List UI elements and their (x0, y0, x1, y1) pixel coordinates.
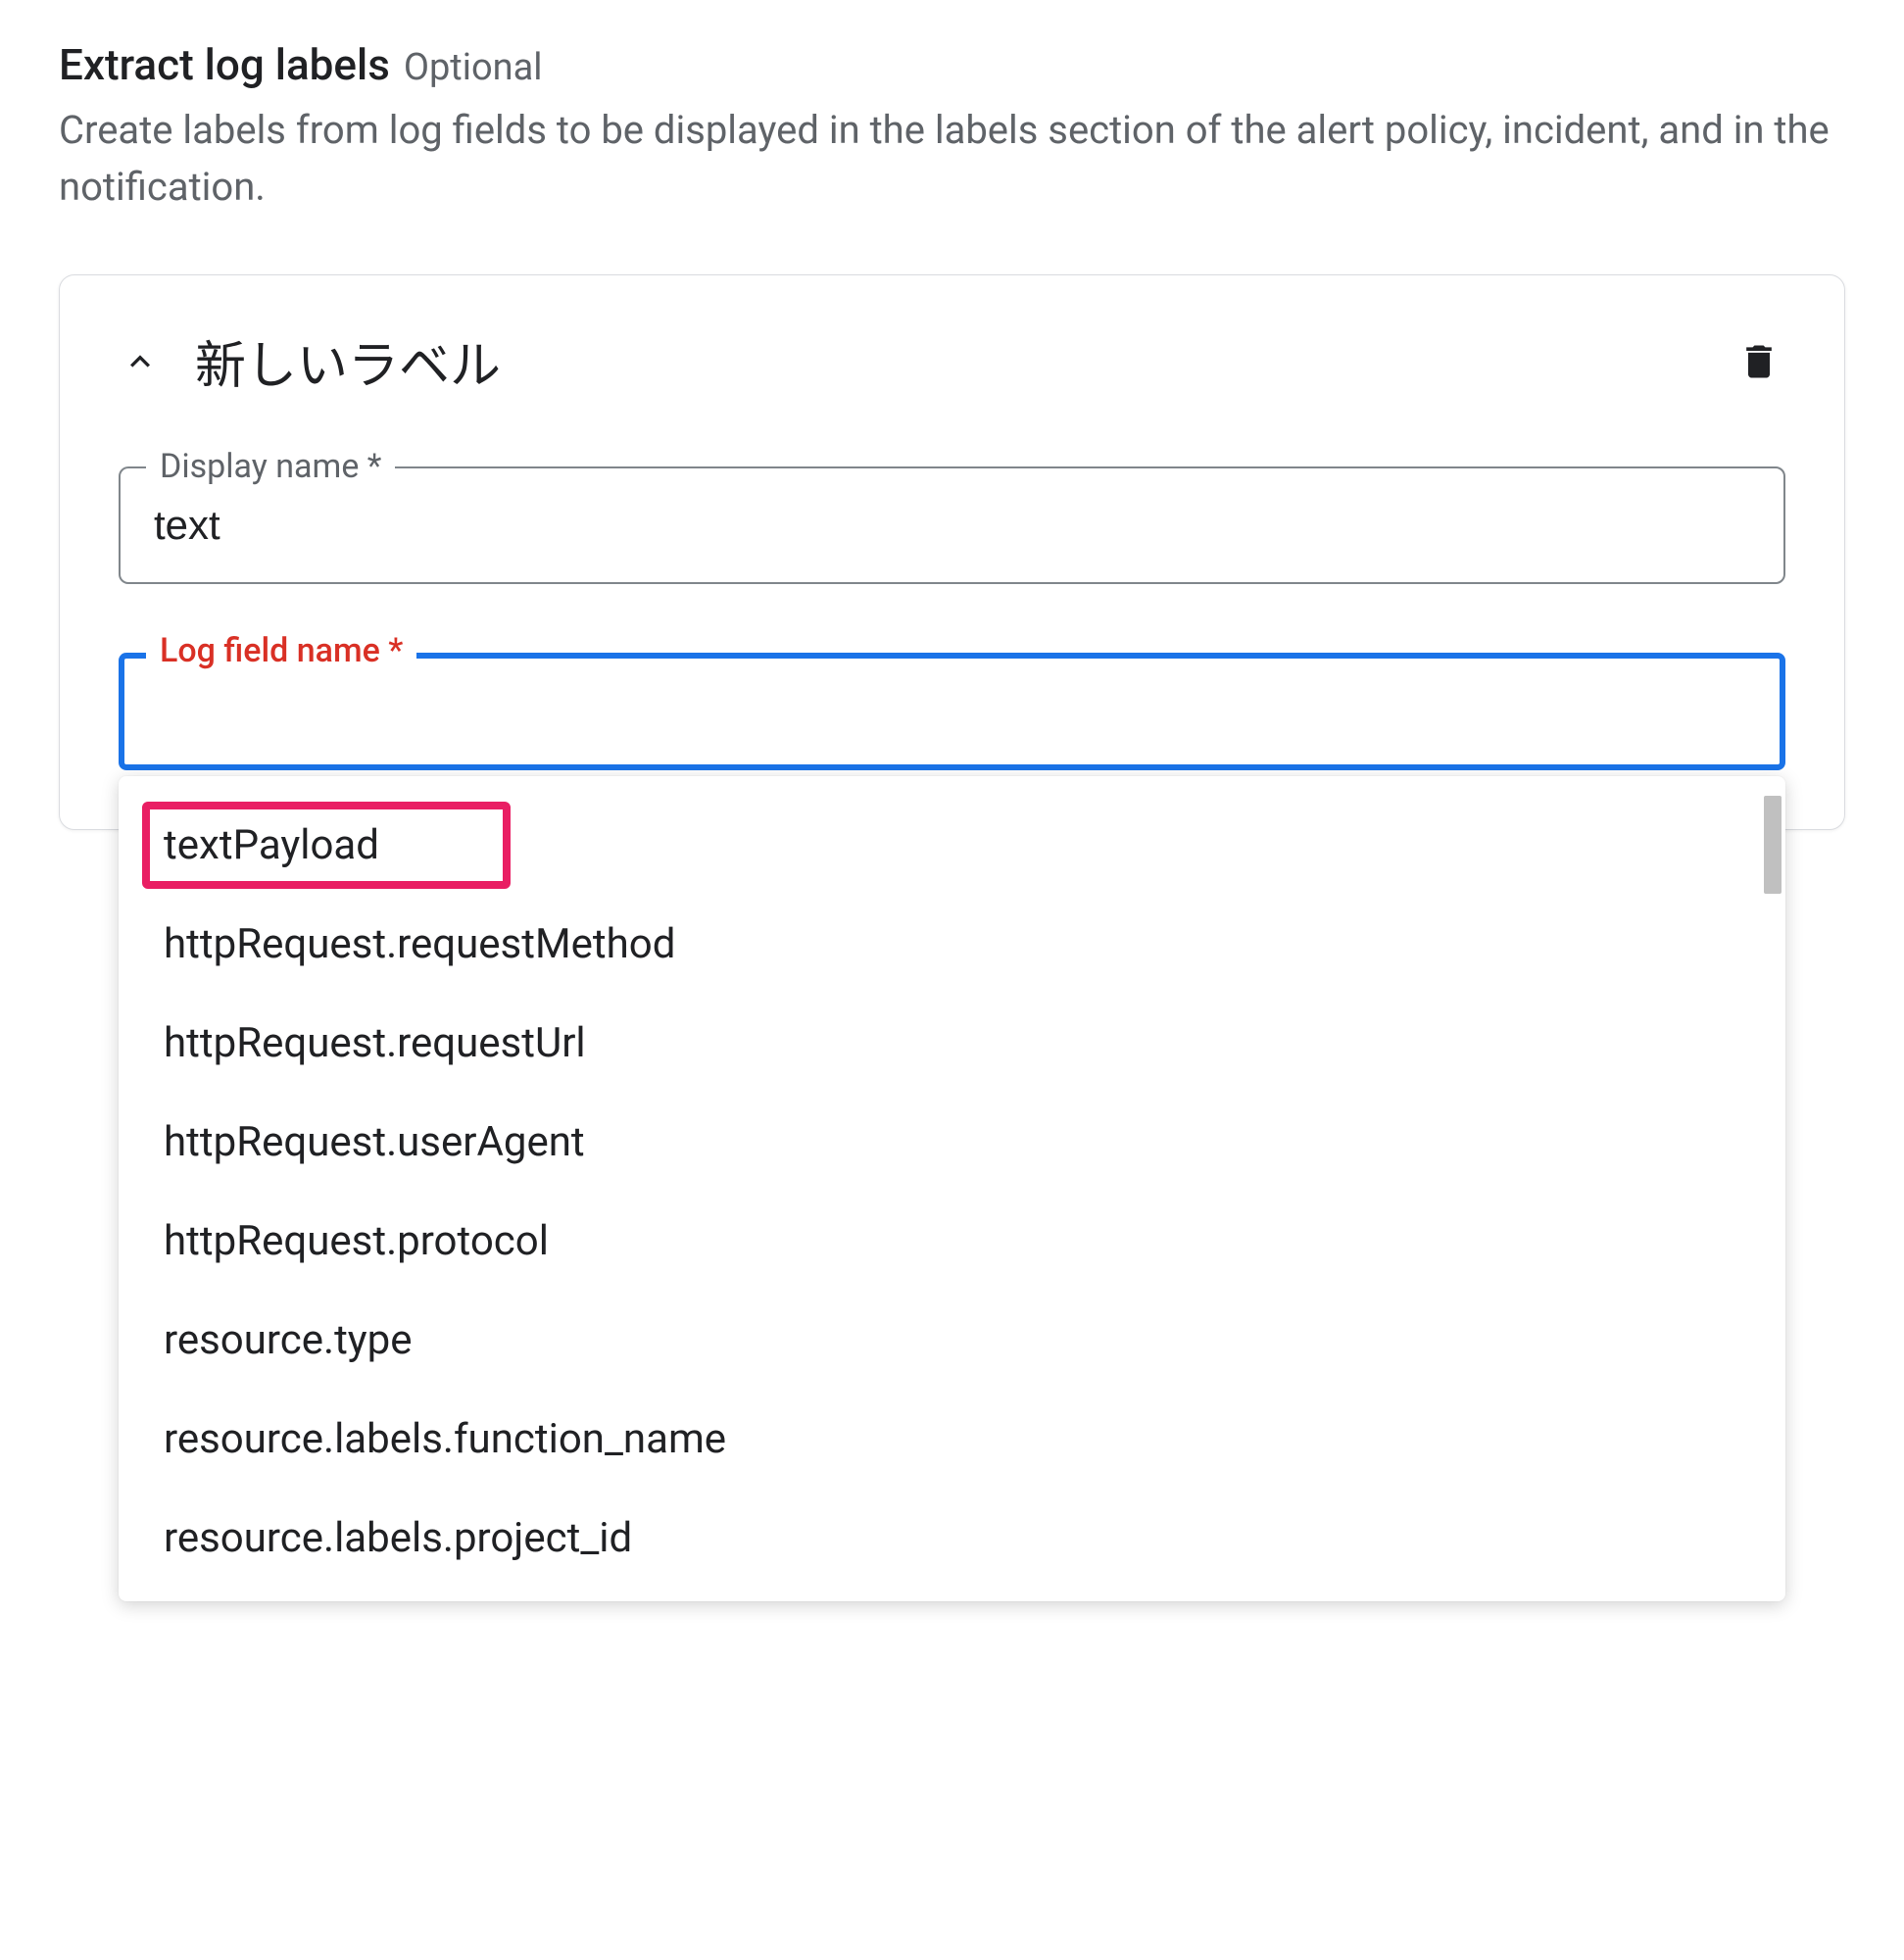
dropdown-item-protocol[interactable]: httpRequest.protocol (119, 1192, 1785, 1291)
log-field-name-field: Log field name * textPayload httpRequest… (119, 653, 1785, 770)
collapse-icon[interactable] (119, 340, 162, 383)
delete-icon[interactable] (1733, 335, 1785, 388)
card-title: 新しいラベル (195, 324, 501, 398)
dropdown-item-textpayload[interactable]: textPayload (119, 796, 1785, 895)
section-header: Extract log labels Optional Create label… (59, 39, 1845, 216)
dropdown-item-resourcetype[interactable]: resource.type (119, 1291, 1785, 1390)
log-field-name-label: Log field name * (146, 631, 416, 670)
dropdown-item-requesturl[interactable]: httpRequest.requestUrl (119, 994, 1785, 1093)
dropdown-item-useragent[interactable]: httpRequest.userAgent (119, 1093, 1785, 1192)
card-header: 新しいラベル (119, 324, 1785, 398)
log-field-dropdown: textPayload httpRequest.requestMethod ht… (119, 776, 1785, 1601)
section-description: Create labels from log fields to be disp… (59, 102, 1845, 216)
dropdown-item-functionname[interactable]: resource.labels.function_name (119, 1390, 1785, 1489)
dropdown-item-projectid[interactable]: resource.labels.project_id (119, 1489, 1785, 1588)
section-optional-label: Optional (404, 46, 543, 89)
card-header-left: 新しいラベル (119, 324, 501, 398)
section-title: Extract log labels (59, 39, 390, 90)
display-name-field: Display name * (119, 466, 1785, 584)
log-field-name-input[interactable] (119, 653, 1785, 770)
label-card: 新しいラベル Display name * Log field name * t… (59, 274, 1845, 830)
display-name-label: Display name * (146, 447, 395, 486)
dropdown-item-requestmethod[interactable]: httpRequest.requestMethod (119, 895, 1785, 994)
